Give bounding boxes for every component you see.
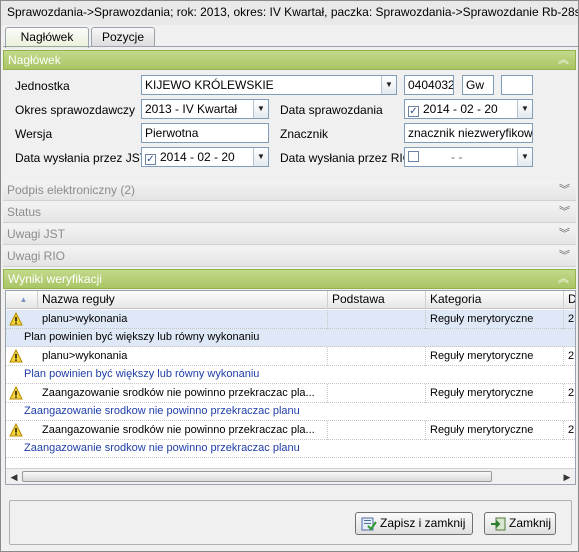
uwagi-rio-group-title: Uwagi RIO (7, 249, 66, 263)
expand-chevron-icon: ︾ (559, 206, 570, 218)
znacznik-label: Znacznik (280, 127, 329, 141)
data-rio-value: - - (451, 150, 463, 164)
data-rio-checkbox[interactable] (408, 151, 419, 162)
rule-kategoria: Reguły merytoryczne (426, 421, 564, 440)
status-group-header[interactable]: Status ︾ (3, 203, 576, 223)
naglowek-group-header[interactable]: Nagłówek ︽ (3, 50, 576, 70)
save-close-label: Zapisz i zamknij (380, 516, 466, 530)
scrollbar-thumb[interactable] (22, 471, 492, 482)
dropdown-arrow-icon[interactable]: ▼ (381, 76, 396, 94)
podpis-group-title: Podpis elektroniczny (2) (7, 183, 136, 197)
rule-d: 2 (568, 387, 575, 399)
jednostka-type-field[interactable]: Gw (462, 75, 494, 95)
status-group-title: Status (7, 205, 42, 219)
dropdown-arrow-icon[interactable]: ▼ (253, 100, 268, 118)
rule-podstawa (328, 421, 426, 440)
warning-icon (9, 386, 23, 400)
expand-chevron-icon: ︾ (559, 228, 570, 240)
wyniki-group-title: Wyniki weryfikacji (8, 272, 102, 286)
data-jst-picker[interactable]: ✓ 2014 - 02 - 20 ▼ (141, 147, 269, 167)
rule-d: 2 (568, 350, 575, 362)
column-nazwa-reguly[interactable]: Nazwa reguły (38, 291, 328, 309)
data-rio-picker[interactable]: - - ▼ (404, 147, 533, 167)
rule-message: Plan powinien być większy lub równy wyko… (6, 329, 575, 347)
data-sprawozdania-picker[interactable]: ✓ 2014 - 02 - 20 ▼ (404, 99, 533, 119)
data-jst-value: 2014 - 02 - 20 (160, 150, 235, 164)
sort-arrow-icon[interactable]: ▲ (6, 291, 38, 309)
data-jst-label: Data wysłania przez JST (15, 151, 148, 165)
uwagi-jst-group-title: Uwagi JST (7, 227, 66, 241)
data-jst-checkbox[interactable]: ✓ (145, 154, 156, 165)
okres-combo[interactable]: 2013 - IV Kwartał ▼ (141, 99, 269, 119)
dropdown-arrow-icon[interactable]: ▼ (517, 100, 532, 118)
close-button[interactable]: Zamknij (484, 512, 556, 535)
table-row[interactable]: planu>wykonania Reguły merytoryczne 2 (6, 310, 575, 329)
verification-results-grid[interactable]: ▲ Nazwa reguły Podstawa prawna Kategoria… (5, 290, 576, 485)
data-sprawozdania-checkbox[interactable]: ✓ (408, 106, 419, 117)
rule-podstawa (328, 310, 426, 329)
rule-name: Zaangazowanie srodków nie powinno przekr… (38, 384, 328, 403)
rule-name: planu>wykonania (38, 347, 328, 366)
warning-icon (9, 312, 23, 326)
button-panel: Zapisz i zamknij Zamknij (9, 500, 572, 545)
wyniki-group-header[interactable]: Wyniki weryfikacji ︽ (3, 269, 576, 289)
uwagi-jst-group-header[interactable]: Uwagi JST ︾ (3, 225, 576, 245)
okres-label: Okres sprawozdawczy (15, 103, 136, 117)
rule-podstawa (328, 384, 426, 403)
table-row[interactable]: Zaangazowanie srodków nie powinno przekr… (6, 421, 575, 440)
data-rio-label: Data wysłania przez RIO (280, 151, 413, 165)
warning-icon (9, 349, 23, 363)
tab-pozycje[interactable]: Pozycje (91, 27, 155, 47)
okres-value: 2013 - IV Kwartał (145, 102, 238, 116)
window-title: Sprawozdania->Sprawozdania; rok: 2013, o… (1, 1, 578, 25)
rule-message: Zaangazowanie srodkow nie powinno przekr… (6, 440, 575, 458)
jednostka-combo[interactable]: KIJEWO KRÓLEWSKIE ▼ (141, 75, 397, 95)
rule-name: planu>wykonania (38, 310, 328, 329)
wersja-label: Wersja (15, 127, 53, 141)
rule-kategoria: Reguły merytoryczne (426, 310, 564, 329)
znacznik-field[interactable]: znacznik niezweryfikowan (404, 123, 533, 143)
rule-kategoria: Reguły merytoryczne (426, 347, 564, 366)
jednostka-value: KIJEWO KRÓLEWSKIE (145, 78, 274, 92)
table-row[interactable]: planu>wykonania Reguły merytoryczne 2 (6, 347, 575, 366)
exit-door-icon (491, 517, 506, 531)
tab-divider (3, 46, 578, 47)
column-d[interactable]: D (564, 291, 575, 309)
horizontal-scrollbar[interactable]: ◀ ▶ (6, 468, 575, 484)
save-close-button[interactable]: Zapisz i zamknij (355, 512, 473, 535)
window: Sprawozdania->Sprawozdania; rok: 2013, o… (0, 0, 579, 552)
expand-chevron-icon: ︾ (559, 250, 570, 262)
scroll-left-icon[interactable]: ◀ (7, 470, 21, 484)
column-podstawa-prawna[interactable]: Podstawa prawna (328, 291, 426, 323)
uwagi-rio-group-header[interactable]: Uwagi RIO ︾ (3, 247, 576, 267)
scroll-right-icon[interactable]: ▶ (560, 470, 574, 484)
rule-d: 2 (568, 424, 575, 436)
rule-name: Zaangazowanie srodków nie powinno przekr… (38, 421, 328, 440)
rule-kategoria: Reguły merytoryczne (426, 384, 564, 403)
save-check-icon (361, 517, 377, 531)
naglowek-group-title: Nagłówek (8, 53, 61, 67)
rule-message: Plan powinien być większy lub równy wyko… (6, 366, 575, 384)
podpis-group-header[interactable]: Podpis elektroniczny (2) ︾ (3, 181, 576, 201)
jednostka-extra-field[interactable] (501, 75, 533, 95)
data-sprawozdania-label: Data sprawozdania (280, 103, 383, 117)
wersja-field[interactable]: Pierwotna (141, 123, 269, 143)
grid-header: ▲ Nazwa reguły Podstawa prawna Kategoria… (6, 291, 575, 323)
close-label: Zamknij (509, 516, 552, 530)
column-kategoria[interactable]: Kategoria (426, 291, 564, 309)
table-row[interactable]: Zaangazowanie srodków nie powinno przekr… (6, 384, 575, 403)
rule-podstawa (328, 347, 426, 366)
dropdown-arrow-icon[interactable]: ▼ (253, 148, 268, 166)
tab-naglowek[interactable]: Nagłówek (5, 27, 89, 48)
jednostka-code-field[interactable]: 0404032 (404, 75, 454, 95)
collapse-chevron-icon: ︽ (558, 54, 569, 66)
warning-icon (9, 423, 23, 437)
expand-chevron-icon: ︾ (559, 184, 570, 196)
jednostka-label: Jednostka (15, 79, 70, 93)
rule-d: 2 (568, 313, 575, 325)
rule-message: Zaangazowanie srodkow nie powinno przekr… (6, 403, 575, 421)
data-sprawozdania-value: 2014 - 02 - 20 (423, 102, 498, 116)
dropdown-arrow-icon[interactable]: ▼ (517, 148, 532, 166)
collapse-chevron-icon: ︽ (558, 273, 569, 285)
